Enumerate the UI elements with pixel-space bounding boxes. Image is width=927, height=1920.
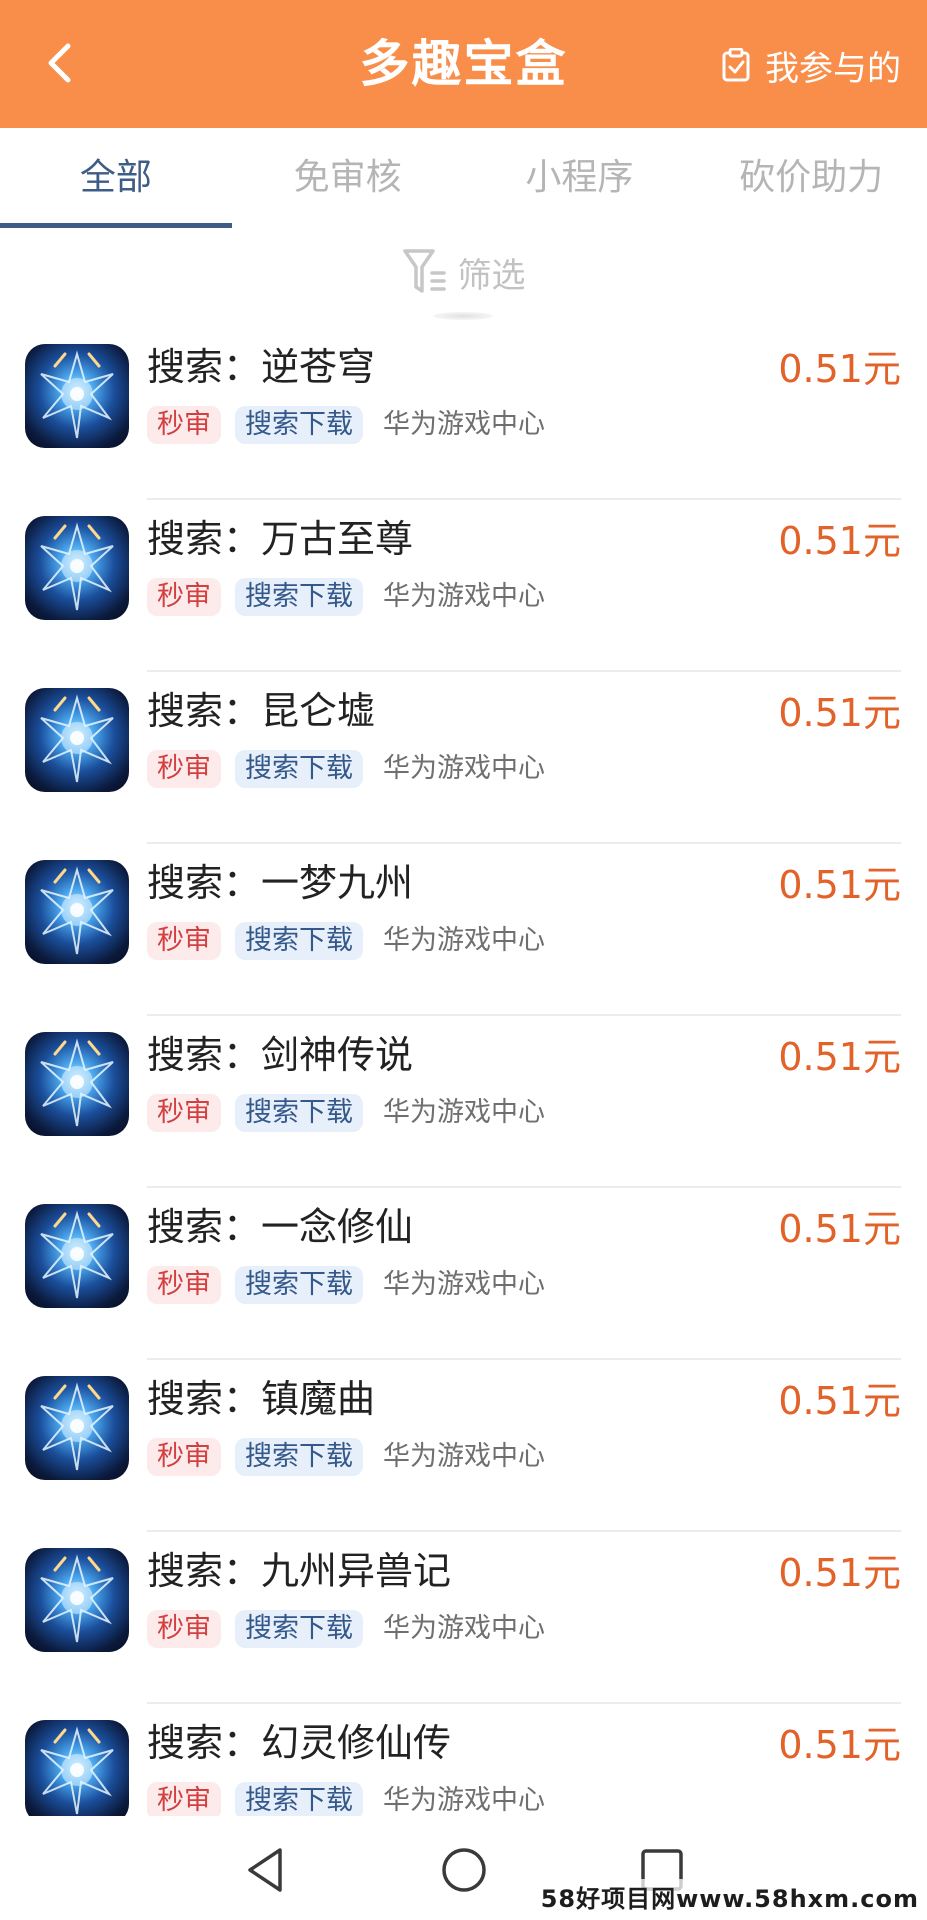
search-download-tag: 搜索下载 [235,406,363,444]
instant-review-tag: 秒审 [147,406,221,444]
game-app-icon [25,1720,129,1824]
task-list-item[interactable]: 搜索：万古至尊 0.51元 秒审 搜索下载 华为游戏中心 [0,500,927,672]
task-tags: 秒审 搜索下载 华为游戏中心 [147,1782,545,1820]
tab-mini-program[interactable]: 小程序 [464,128,696,228]
instant-review-tag: 秒审 [147,578,221,616]
game-app-icon [25,344,129,448]
category-tabs: 全部 免审核 小程序 砍价助力 [0,128,927,228]
task-list: 搜索：逆苍穹 0.51元 秒审 搜索下载 华为游戏中心 搜索：万古至尊 0.51… [0,328,927,1876]
instant-review-tag: 秒审 [147,1094,221,1132]
task-reward-price: 0.51元 [778,1207,901,1251]
game-app-icon [25,860,129,964]
search-download-tag: 搜索下载 [235,578,363,616]
search-download-tag: 搜索下载 [235,1610,363,1648]
search-download-tag: 搜索下载 [235,750,363,788]
back-triangle-icon[interactable] [240,1844,292,1896]
instant-review-tag: 秒审 [147,1782,221,1820]
task-source: 华为游戏中心 [383,1785,545,1816]
task-list-item[interactable]: 搜索：昆仑墟 0.51元 秒审 搜索下载 华为游戏中心 [0,672,927,844]
tab-no-review[interactable]: 免审核 [232,128,464,228]
my-participation-label: 我参与的 [765,48,901,89]
search-download-tag: 搜索下载 [235,1782,363,1820]
task-title: 搜索：镇魔曲 [147,1377,376,1421]
task-reward-price: 0.51元 [778,691,901,735]
task-list-item[interactable]: 搜索：镇魔曲 0.51元 秒审 搜索下载 华为游戏中心 [0,1360,927,1532]
home-circle-icon[interactable] [438,1844,490,1896]
task-source: 华为游戏中心 [383,581,545,612]
tab-bargain-help[interactable]: 砍价助力 [695,128,927,228]
task-reward-price: 0.51元 [778,1035,901,1079]
search-download-tag: 搜索下载 [235,1438,363,1476]
site-watermark: 58好项目网www.58hxm.com [540,1879,919,1914]
task-reward-price: 0.51元 [778,863,901,907]
task-title: 搜索：一念修仙 [147,1205,414,1249]
instant-review-tag: 秒审 [147,922,221,960]
tab-all[interactable]: 全部 [0,128,232,228]
task-list-item[interactable]: 搜索：九州异兽记 0.51元 秒审 搜索下载 华为游戏中心 [0,1532,927,1704]
filter-funnel-icon [402,249,446,293]
task-reward-price: 0.51元 [778,519,901,563]
task-tags: 秒审 搜索下载 华为游戏中心 [147,406,545,444]
instant-review-tag: 秒审 [147,1438,221,1476]
search-download-tag: 搜索下载 [235,922,363,960]
task-source: 华为游戏中心 [383,925,545,956]
task-source: 华为游戏中心 [383,753,545,784]
task-list-item[interactable]: 搜索：一梦九州 0.51元 秒审 搜索下载 华为游戏中心 [0,844,927,1016]
task-tags: 秒审 搜索下载 华为游戏中心 [147,1094,545,1132]
clipboard-check-icon [722,48,750,82]
instant-review-tag: 秒审 [147,1610,221,1648]
my-participation-button[interactable]: 我参与的 [721,40,901,90]
instant-review-tag: 秒审 [147,1266,221,1304]
instant-review-tag: 秒审 [147,750,221,788]
task-tags: 秒审 搜索下载 华为游戏中心 [147,750,545,788]
task-reward-price: 0.51元 [778,1379,901,1423]
game-app-icon [25,1376,129,1480]
task-title: 搜索：昆仑墟 [147,689,376,733]
task-list-item[interactable]: 搜索：剑神传说 0.51元 秒审 搜索下载 华为游戏中心 [0,1016,927,1188]
task-source: 华为游戏中心 [383,1441,545,1472]
search-download-tag: 搜索下载 [235,1266,363,1304]
task-reward-price: 0.51元 [778,1723,901,1767]
task-source: 华为游戏中心 [383,409,545,440]
task-reward-price: 0.51元 [778,1551,901,1595]
task-source: 华为游戏中心 [383,1269,545,1300]
task-source: 华为游戏中心 [383,1613,545,1644]
task-tags: 秒审 搜索下载 华为游戏中心 [147,922,545,960]
task-tags: 秒审 搜索下载 华为游戏中心 [147,1438,545,1476]
task-tags: 秒审 搜索下载 华为游戏中心 [147,1266,545,1304]
search-download-tag: 搜索下载 [235,1094,363,1132]
app-header: 多趣宝盒 我参与的 [0,0,927,128]
task-source: 华为游戏中心 [383,1097,545,1128]
task-tags: 秒审 搜索下载 华为游戏中心 [147,1610,545,1648]
game-app-icon [25,688,129,792]
filter-divider [433,312,493,320]
task-list-item[interactable]: 搜索：逆苍穹 0.51元 秒审 搜索下载 华为游戏中心 [0,328,927,500]
filter-button[interactable]: 筛选 [0,242,927,302]
task-title: 搜索：幻灵修仙传 [147,1721,452,1765]
task-reward-price: 0.51元 [778,347,901,391]
task-title: 搜索：剑神传说 [147,1033,414,1077]
game-app-icon [25,1548,129,1652]
task-title: 搜索：一梦九州 [147,861,414,905]
game-app-icon [25,516,129,620]
task-title: 搜索：万古至尊 [147,517,414,561]
task-title: 搜索：九州异兽记 [147,1549,452,1593]
game-app-icon [25,1204,129,1308]
task-title: 搜索：逆苍穹 [147,345,376,389]
game-app-icon [25,1032,129,1136]
filter-label: 筛选 [457,255,526,296]
task-tags: 秒审 搜索下载 华为游戏中心 [147,578,545,616]
task-list-item[interactable]: 搜索：一念修仙 0.51元 秒审 搜索下载 华为游戏中心 [0,1188,927,1360]
